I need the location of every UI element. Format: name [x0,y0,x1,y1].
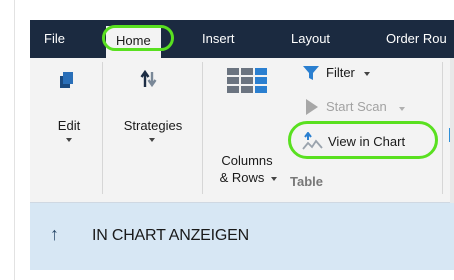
strategies-caret-icon [149,138,155,142]
columns-rows-icon [227,68,267,93]
ribbon-tab-bar: File Home Insert Layout Order Rou [30,20,454,58]
group-label-table: Table [290,174,323,189]
page-left-rule [14,0,15,280]
start-scan-icon [306,99,318,115]
filter-icon [303,66,319,80]
columns-label: Columns [221,153,273,168]
caption-text: IN CHART ANZEIGEN [92,227,249,244]
strategies-label: Strategies [123,118,183,133]
filter-caret-icon [364,72,370,76]
caption-bar: ↑ IN CHART ANZEIGEN [30,203,454,270]
rows-label: & Rows [219,170,265,185]
start-scan-caret-icon [399,107,405,111]
ribbon-separator [202,62,203,194]
strategies-icon [140,69,157,88]
tab-insert[interactable]: Insert [202,20,235,58]
ribbon-separator [442,62,443,194]
edit-caret-icon [66,138,72,142]
tab-file[interactable]: File [44,20,65,58]
edit-icon [60,72,73,88]
up-arrow-icon: ↑ [50,224,59,244]
app-window: File Home Insert Layout Order Rou Edit S… [30,20,454,270]
tab-layout[interactable]: Layout [291,20,330,58]
start-scan-label: Start Scan [326,99,387,114]
ribbon-edge-strip [450,58,454,203]
filter-label: Filter [326,65,355,80]
columns-rows-caret-icon [271,177,277,181]
home-tab-highlight [102,25,174,51]
ribbon-separator [102,62,103,194]
tab-order-routing[interactable]: Order Rou [386,20,447,58]
edit-label: Edit [57,118,81,133]
view-in-chart-highlight [288,121,438,159]
